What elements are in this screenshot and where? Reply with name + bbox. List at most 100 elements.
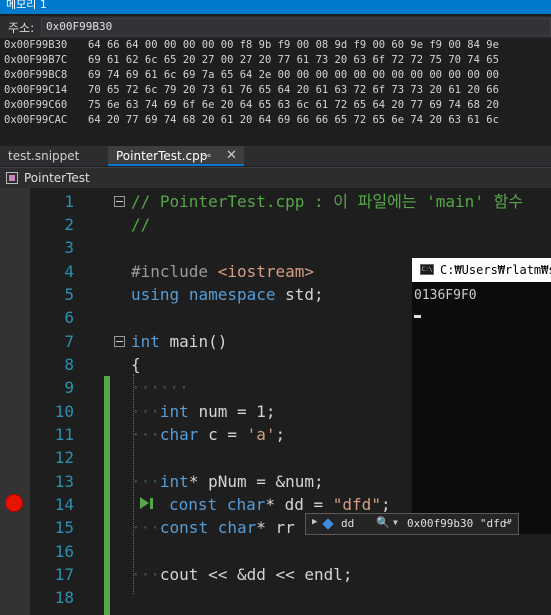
code-line-9: ······ <box>131 378 189 397</box>
int-keyword: int <box>131 332 160 351</box>
main-signature: main() <box>159 332 228 351</box>
current-line-bar <box>150 498 153 509</box>
whitespace-marker: ··· <box>131 565 160 584</box>
code-line-7: int main() <box>131 330 227 353</box>
expand-arrow-icon[interactable]: ▶ <box>312 517 317 527</box>
current-line-arrow-icon <box>140 497 149 509</box>
memory-row-address: 0x00F99B7C <box>4 54 68 66</box>
tab-pointertest-cpp[interactable]: PointerTest.cpp ⊸ ✕ <box>108 146 244 166</box>
code-text: ; <box>275 425 286 444</box>
whitespace-marker: ··· <box>131 425 160 444</box>
line-number: 1 <box>64 192 74 211</box>
console-title: C:₩Users₩rlatm₩source <box>440 263 551 277</box>
tab-test-snippet[interactable]: test.snippet <box>0 146 105 166</box>
memory-row-bytes: 70 65 72 6c 79 20 73 61 76 65 64 20 61 6… <box>88 84 499 96</box>
code-line-11: ···char c = 'a'; <box>131 423 285 446</box>
line-number: 3 <box>64 238 74 257</box>
code-line-13: ···int* pNum = &num; <box>131 470 324 493</box>
code-text: c = <box>198 425 247 444</box>
memory-row-address: 0x00F99BC8 <box>4 69 68 81</box>
line-number: 9 <box>64 378 74 397</box>
memory-row: 0x00F99CAC 64 20 77 69 74 68 20 61 20 64 … <box>4 113 499 128</box>
line-number: 16 <box>54 542 74 561</box>
tab-label: test.snippet <box>8 149 80 163</box>
memory-row: 0x00F99C60 75 6e 63 74 69 6f 6e 20 64 65 … <box>4 98 499 113</box>
close-icon[interactable]: ✕ <box>226 146 237 166</box>
scope-dropdown[interactable]: PointerTest <box>24 171 90 185</box>
using-keyword: using <box>131 285 180 304</box>
whitespace-marker: ··· <box>131 518 160 537</box>
console-output: 0136F9F0 <box>414 288 477 303</box>
collapse-icon[interactable] <box>114 336 125 347</box>
line-number: 5 <box>64 285 74 304</box>
memory-row-address: 0x00F99C14 <box>4 84 68 96</box>
datatip-value[interactable]: 0x00f99b30 "dfd" <box>407 517 513 530</box>
console-cursor <box>414 315 421 318</box>
line-number: 12 <box>54 448 74 467</box>
datatip-variable-name: dd <box>341 517 355 530</box>
line-number: 8 <box>64 355 74 374</box>
namespace-name: std; <box>275 285 324 304</box>
collapse-icon[interactable] <box>114 196 125 207</box>
char-keyword: char <box>217 518 257 537</box>
line-number: 14 <box>54 495 74 514</box>
memory-row: 0x00F99C14 70 65 72 6c 79 20 73 61 76 65 … <box>4 83 499 98</box>
memory-row-bytes: 64 66 64 00 00 00 00 00 f8 9b f9 00 08 9… <box>88 39 499 51</box>
code-line-8: { <box>131 355 141 374</box>
int-keyword: int <box>159 472 189 491</box>
console-icon: C:\ <box>420 264 434 275</box>
memory-row: 0x00F99BC8 69 74 69 61 6c 69 7a 65 64 2e … <box>4 68 499 83</box>
line-number: 11 <box>54 425 74 444</box>
code-text: * rr <box>256 518 295 537</box>
address-input[interactable]: 0x00F99B30 <box>41 18 551 36</box>
dropdown-arrow-icon[interactable]: ▼ <box>393 518 398 527</box>
memory-row-address: 0x00F99CAC <box>4 114 68 126</box>
debug-datatip[interactable]: ▶ dd 🔍 ▼ 0x00f99b30 "dfd" ⊸ <box>305 513 519 535</box>
pin-icon[interactable]: ⊸ <box>504 516 511 529</box>
memory-row-bytes: 64 20 77 69 74 68 20 61 20 64 69 66 66 6… <box>88 114 499 126</box>
memory-row-address: 0x00F99B30 <box>4 39 68 51</box>
change-indicator <box>104 376 110 615</box>
code-line-1: // PointerTest.cpp : 이 파일에는 'main' 함수 <box>131 192 524 211</box>
pin-icon[interactable]: ⊸ <box>202 146 211 166</box>
breakpoint-icon[interactable] <box>5 494 23 512</box>
variable-icon <box>322 518 334 530</box>
breakpoint-margin[interactable] <box>0 188 30 615</box>
line-number: 18 <box>54 588 74 607</box>
memory-row: 0x00F99B30 64 66 64 00 00 00 00 00 f8 9b … <box>4 38 499 53</box>
project-icon <box>6 172 18 184</box>
code-line-15: ···const char* rr <box>131 516 295 539</box>
const-keyword: const <box>159 518 209 537</box>
code-text: * dd = <box>265 495 333 514</box>
char-literal: 'a' <box>246 425 276 444</box>
code-text: num = 1; <box>188 402 276 421</box>
code-text: ; <box>380 495 391 514</box>
char-keyword: char <box>159 425 199 444</box>
line-number: 6 <box>64 308 74 327</box>
line-number: 2 <box>64 215 74 234</box>
console-title-bar[interactable]: C:\ C:₩Users₩rlatm₩source <box>412 258 551 282</box>
tab-label: PointerTest.cpp <box>116 149 208 163</box>
memory-address-bar: 주소: 0x00F99B30 <box>0 16 551 38</box>
code-text: cout << &dd << endl; <box>159 565 353 584</box>
char-keyword: char <box>226 495 266 514</box>
code-line-5: using namespace std; <box>131 283 324 306</box>
whitespace-marker: ··· <box>131 402 160 421</box>
search-icon[interactable]: 🔍 <box>376 516 390 529</box>
memory-view[interactable]: 0x00F99B30 64 66 64 00 00 00 00 00 f8 9b … <box>0 38 551 140</box>
int-keyword: int <box>159 402 189 421</box>
whitespace-marker: ··· <box>131 472 160 491</box>
const-keyword: const <box>169 495 218 514</box>
console-window[interactable]: C:\ C:₩Users₩rlatm₩source 0136F9F0 <box>412 258 551 534</box>
string-literal: "dfd" <box>332 495 381 514</box>
memory-row-bytes: 75 6e 63 74 69 6f 6e 20 64 65 63 6c 61 7… <box>88 99 499 111</box>
navigation-bar[interactable]: PointerTest <box>0 167 551 189</box>
namespace-keyword: namespace <box>188 285 276 304</box>
memory-row-bytes: 69 61 62 6c 65 20 27 00 27 20 77 61 73 2… <box>88 54 499 66</box>
memory-row-bytes: 69 74 69 61 6c 69 7a 65 64 2e 00 00 00 0… <box>88 69 499 81</box>
address-label: 주소: <box>8 21 35 35</box>
code-line-10: ···int num = 1; <box>131 400 276 423</box>
code-line-17: ···cout << &dd << endl; <box>131 563 353 586</box>
line-number: 17 <box>54 565 74 584</box>
document-tabs: test.snippet PointerTest.cpp ⊸ ✕ <box>0 146 551 166</box>
